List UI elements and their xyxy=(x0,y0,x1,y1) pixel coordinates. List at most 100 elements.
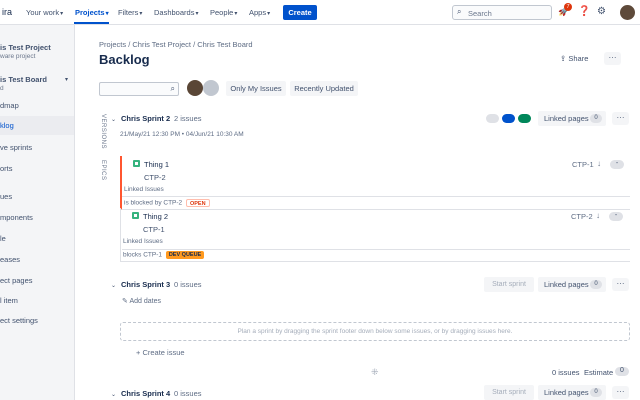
nav-your-work[interactable]: Your work▾ xyxy=(26,8,63,17)
nav-dashboards[interactable]: Dashboards▾ xyxy=(154,8,198,17)
sprint-name: Chris Sprint 3 xyxy=(121,280,171,289)
linked-issue-key[interactable]: CTP-1 xyxy=(143,225,165,234)
linked-pages-button[interactable]: Linked pages 0 xyxy=(538,385,606,400)
issue-key[interactable]: CTP-2 xyxy=(571,212,593,221)
search-icon: ⌕ xyxy=(457,7,462,16)
status-in-progress-pill xyxy=(502,114,515,123)
help-icon[interactable]: ❓ xyxy=(578,6,590,17)
linked-issues-label: Linked Issues xyxy=(124,186,164,193)
sidebar-project-name[interactable]: is Test Project xyxy=(0,43,51,52)
sidebar-board-name[interactable]: is Test Board xyxy=(0,75,47,84)
linked-pages-label: Linked pages xyxy=(544,280,589,289)
estimate-pill[interactable]: - xyxy=(610,160,624,169)
more-actions-button[interactable]: ··· xyxy=(604,52,621,65)
chevron-down-icon: ▾ xyxy=(105,11,109,17)
linked-pages-label: Linked pages xyxy=(544,388,589,397)
status-todo-pill xyxy=(486,114,499,123)
backlog-search-input[interactable]: ⌕ xyxy=(99,82,179,96)
start-sprint-button[interactable]: Start sprint xyxy=(484,277,534,292)
search-placeholder: Search xyxy=(468,9,492,18)
epics-tab[interactable]: EPICS xyxy=(100,160,106,181)
issue-key[interactable]: CTP-1 xyxy=(572,160,594,169)
sidebar-item-reports[interactable]: orts xyxy=(0,164,13,173)
sidebar-item-add-item[interactable]: l item xyxy=(0,296,18,305)
table-row[interactable]: Thing 2 CTP-1 Linked Issues blocks CTP-1… xyxy=(120,208,630,262)
add-dates-label: Add dates xyxy=(129,298,161,305)
chevron-down-icon: ▾ xyxy=(60,11,64,17)
nav-filters[interactable]: Filters▾ xyxy=(118,8,142,17)
search-input[interactable]: ⌕ Search xyxy=(452,5,552,20)
settings-gear-icon[interactable]: ⚙ xyxy=(597,6,606,17)
start-sprint-button[interactable]: Start sprint xyxy=(484,385,534,400)
sidebar-item-code[interactable]: le xyxy=(0,234,6,243)
sprint-footer-issue-count: 0 issues xyxy=(552,368,580,377)
only-my-issues-filter[interactable]: Only My Issues xyxy=(226,81,286,96)
divider xyxy=(122,249,630,250)
sprint-more-button[interactable]: ··· xyxy=(612,278,629,291)
linked-pages-count: 0 xyxy=(590,388,602,397)
linked-issue-key[interactable]: CTP-2 xyxy=(144,173,166,182)
chevron-down-icon[interactable]: ⌄ xyxy=(111,391,116,398)
active-nav-underline xyxy=(74,22,109,24)
sprint-dates: 21/May/21 12:30 PM • 04/Jun/21 10:30 AM xyxy=(120,131,244,138)
link-text[interactable]: is blocked by CTP-2 xyxy=(124,200,182,207)
assignee-avatar[interactable] xyxy=(187,80,203,96)
jira-logo[interactable]: ira xyxy=(2,7,12,17)
versions-tab[interactable]: VERSIONS xyxy=(100,114,106,149)
sidebar-board-sub: d xyxy=(0,85,4,92)
linked-issues-label: Linked Issues xyxy=(123,238,163,245)
sidebar-item-project-pages[interactable]: ect pages xyxy=(0,276,33,285)
sidebar-item-active-sprints[interactable]: ve sprints xyxy=(0,143,32,152)
issue-summary[interactable]: Thing 1 xyxy=(144,160,169,169)
status-done-pill xyxy=(518,114,531,123)
sidebar-item-backlog[interactable]: klog xyxy=(0,116,74,135)
create-button[interactable]: Create xyxy=(283,5,317,20)
sprint-dropzone[interactable]: Plan a sprint by dragging the sprint foo… xyxy=(120,322,630,341)
sidebar-item-releases[interactable]: eases xyxy=(0,255,20,264)
divider xyxy=(122,196,630,197)
nav-people[interactable]: People▾ xyxy=(210,8,237,17)
linked-pages-label: Linked pages xyxy=(544,114,589,123)
sprint-issue-count: 0 issues xyxy=(174,280,202,289)
link-text[interactable]: blocks CTP-1 xyxy=(123,252,162,259)
chevron-down-icon[interactable]: ⌄ xyxy=(111,116,116,123)
nav-label: Dashboards xyxy=(154,8,195,17)
sidebar-item-components[interactable]: mponents xyxy=(0,213,33,222)
sprint-more-button[interactable]: ··· xyxy=(612,386,629,399)
share-button[interactable]: ⇪ Share xyxy=(560,54,588,63)
nav-label: Your work xyxy=(26,8,60,17)
chevron-down-icon: ▾ xyxy=(139,11,143,17)
issue-link: is blocked by CTP-2 OPEN xyxy=(124,199,210,207)
chevron-down-icon: ▾ xyxy=(234,11,238,17)
user-avatar[interactable] xyxy=(620,5,635,20)
project-sidebar: is Test Project ware project is Test Boa… xyxy=(0,25,75,400)
recently-updated-filter[interactable]: Recently Updated xyxy=(290,81,358,96)
notification-badge: 7 xyxy=(564,3,572,11)
chevron-down-icon[interactable]: ⌄ xyxy=(111,282,116,289)
sprint-name: Chris Sprint 4 xyxy=(121,389,171,398)
breadcrumb-projects[interactable]: Projects xyxy=(99,40,126,49)
sprint-issue-count: 0 issues xyxy=(174,389,202,398)
estimate-pill[interactable]: - xyxy=(609,212,623,221)
linked-pages-button[interactable]: Linked pages 0 xyxy=(538,111,606,126)
issue-summary[interactable]: Thing 2 xyxy=(143,212,168,221)
create-issue-button[interactable]: + Create issue xyxy=(136,348,185,357)
estimate-value: 0 xyxy=(615,367,629,376)
sidebar-item-roadmap[interactable]: dmap xyxy=(0,101,19,110)
breadcrumb-board[interactable]: Chris Test Board xyxy=(197,40,252,49)
breadcrumb-project[interactable]: Chris Test Project xyxy=(132,40,191,49)
drag-handle-icon[interactable]: ⁜ xyxy=(371,367,379,378)
story-icon xyxy=(133,160,140,167)
unassigned-avatar[interactable] xyxy=(203,80,219,96)
estimate-label: Estimate xyxy=(584,368,614,377)
nav-projects[interactable]: Projects▾ xyxy=(75,8,109,17)
sidebar-item-issues[interactable]: ues xyxy=(0,192,12,201)
sprint-more-button[interactable]: ··· xyxy=(612,112,629,125)
nav-apps[interactable]: Apps▾ xyxy=(249,8,270,17)
table-row[interactable]: Thing 1 CTP-2 Linked Issues is blocked b… xyxy=(120,156,630,210)
linked-pages-button[interactable]: Linked pages 0 xyxy=(538,277,606,292)
chevron-down-icon: ▾ xyxy=(267,11,271,17)
sidebar-item-project-settings[interactable]: ect settings xyxy=(0,316,38,325)
chevron-down-icon[interactable]: ▾ xyxy=(65,76,68,83)
add-dates-link[interactable]: ✎ Add dates xyxy=(122,297,161,305)
